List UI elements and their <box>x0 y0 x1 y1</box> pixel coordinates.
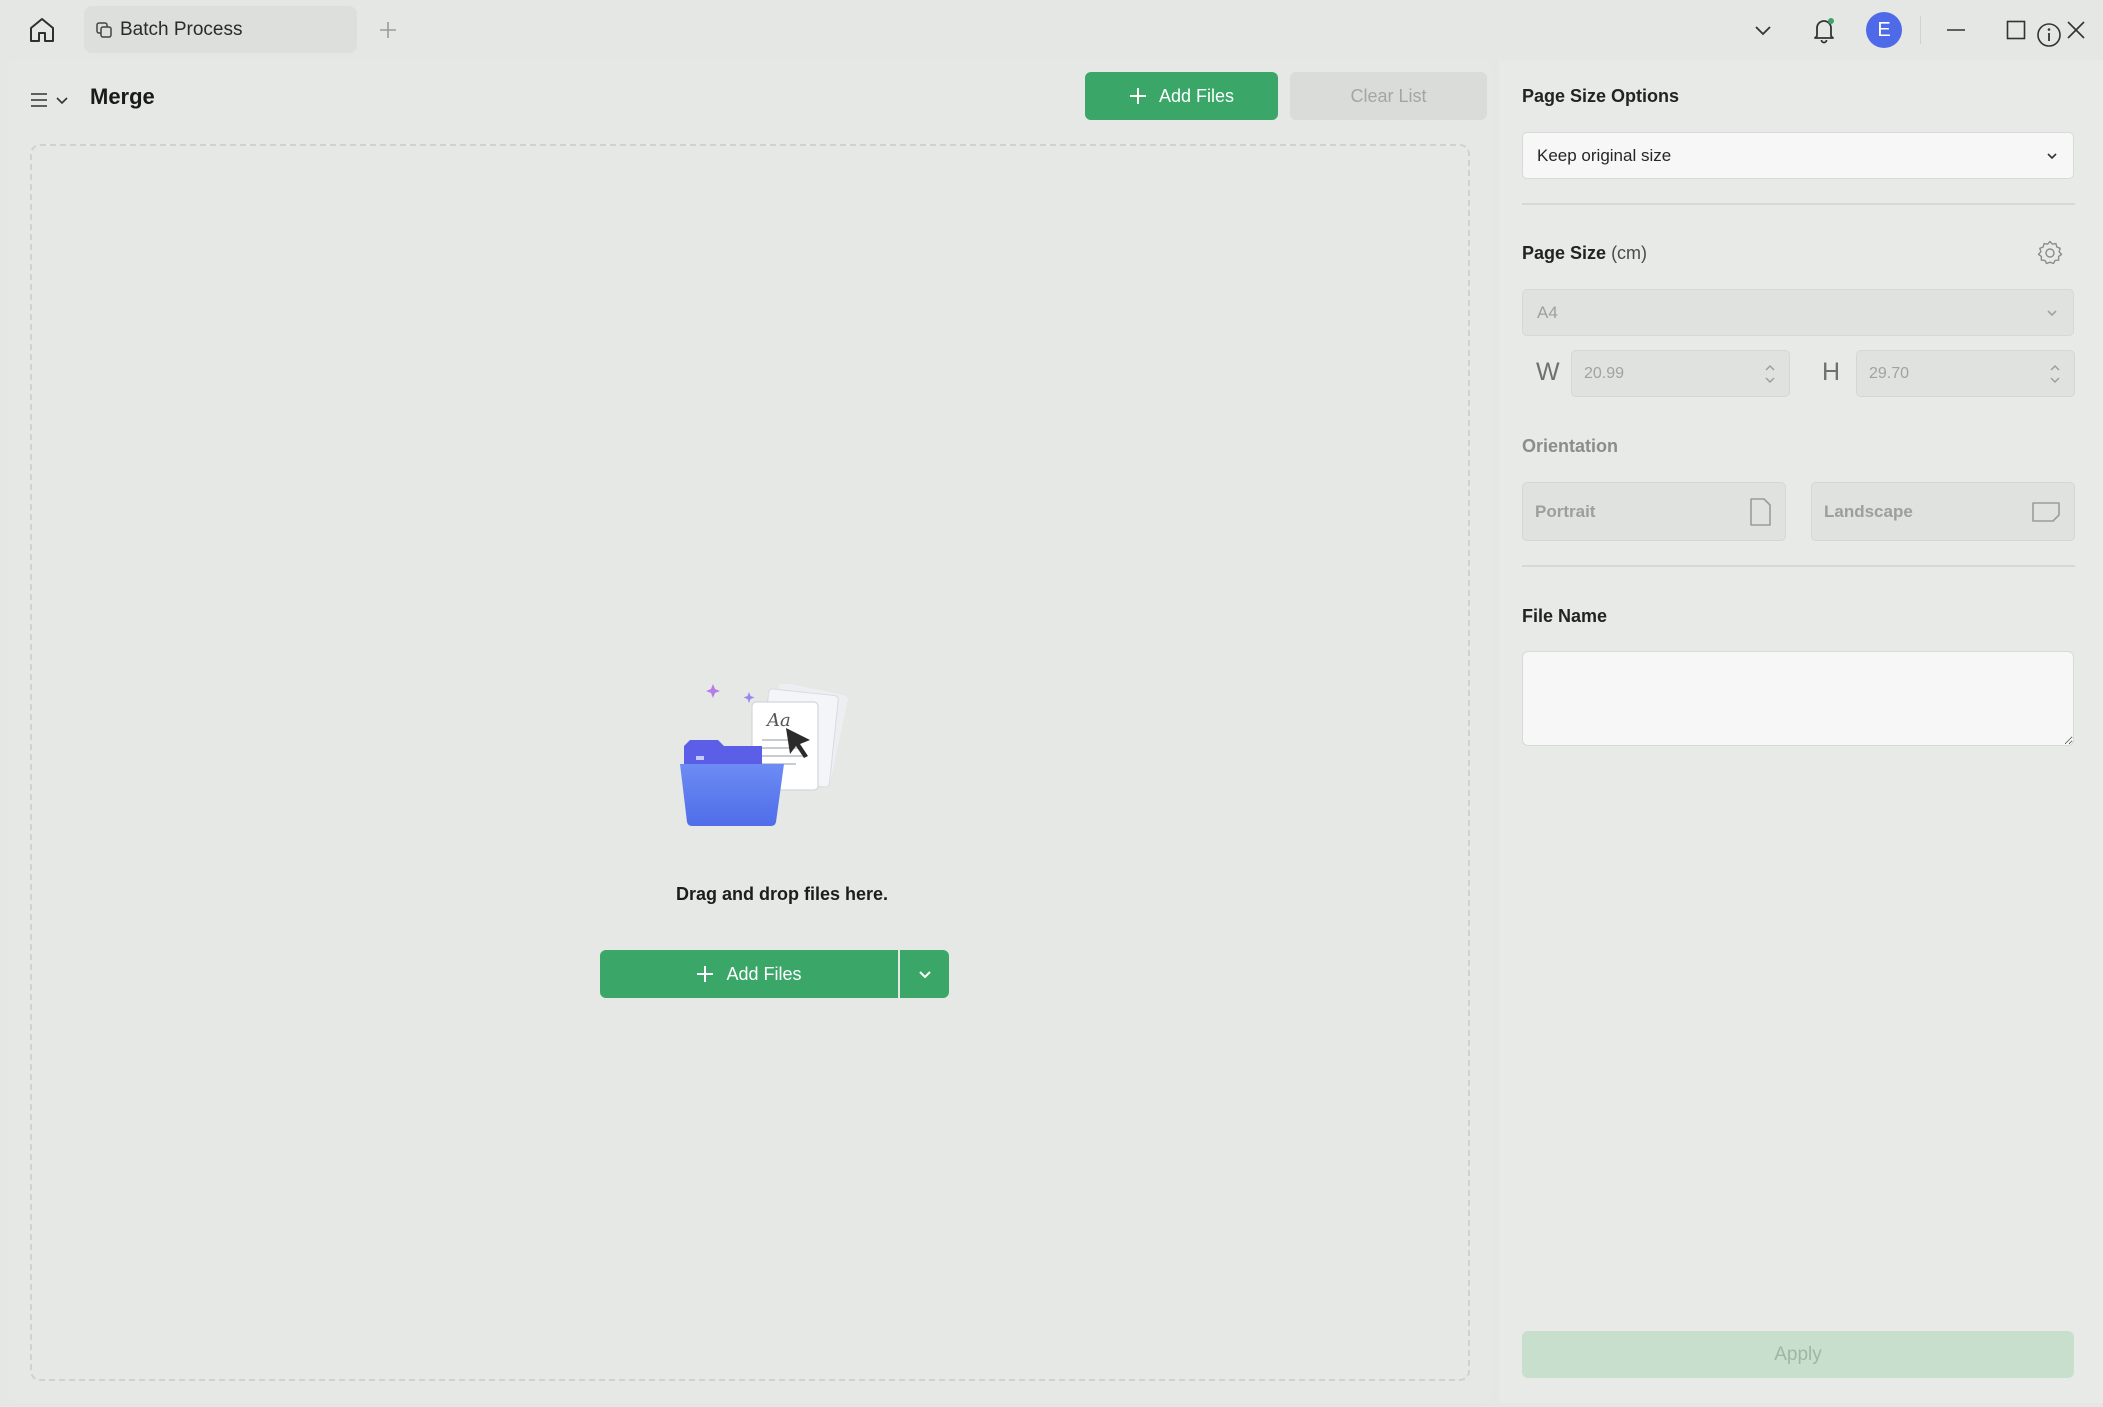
page-title: Merge <box>90 84 155 109</box>
width-value: 20.99 <box>1584 364 1625 382</box>
apply-label: Apply <box>1774 1343 1822 1365</box>
portrait-label: Portrait <box>1535 501 1596 521</box>
paper-size-value: A4 <box>1537 302 1558 322</box>
chevron-down-icon <box>2047 309 2057 316</box>
height-label: H <box>1822 358 1841 386</box>
tab-batch-process[interactable]: Batch Process <box>84 6 357 53</box>
maximize-icon <box>2006 20 2026 40</box>
user-avatar-button[interactable]: E <box>1864 10 1904 50</box>
stepper-arrows-icon <box>2050 364 2060 383</box>
avatar: E <box>1866 12 1902 48</box>
landscape-label: Landscape <box>1824 501 1913 521</box>
file-name-input[interactable] <box>1522 651 2074 746</box>
document-glyph: Aa <box>765 710 791 731</box>
plus-icon <box>380 22 396 38</box>
file-drop-zone[interactable]: Aa Drag and drop files here. Add Files <box>30 144 1470 1381</box>
section-divider <box>1522 565 2075 567</box>
orientation-label: Orientation <box>1522 436 1619 456</box>
dropzone-add-files-button[interactable]: Add Files <box>600 950 898 998</box>
plus-icon <box>696 965 714 983</box>
page-size-options-select[interactable]: Keep original size <box>1522 132 2074 179</box>
landscape-page-icon <box>2032 501 2060 522</box>
menu-button[interactable] <box>29 82 77 118</box>
bell-icon <box>1814 18 1834 44</box>
page-size-options-label: Page Size Options <box>1522 86 1680 106</box>
hamburger-icon <box>31 93 47 107</box>
width-label: W <box>1536 358 1560 386</box>
file-name-label: File Name <box>1522 606 1608 626</box>
tabs-dropdown-button[interactable] <box>1745 10 1781 50</box>
clear-list-label: Clear List <box>1350 85 1427 106</box>
merge-workspace: Merge Add Files Clear List Aa Drag and d… <box>7 60 1491 1403</box>
chevron-down-icon <box>56 97 68 105</box>
page-size-label-text: Page Size <box>1522 243 1607 263</box>
minimize-button[interactable] <box>1936 10 1976 50</box>
chevron-down-icon <box>1755 26 1771 36</box>
home-icon <box>30 18 54 42</box>
folder-documents-illustration: Aa <box>680 684 848 826</box>
section-divider <box>1522 203 2075 205</box>
add-files-button[interactable]: Add Files <box>1085 72 1278 120</box>
page-size-label: Page Size (cm) <box>1522 243 1647 264</box>
close-icon <box>2067 21 2085 39</box>
page-size-options-value: Keep original size <box>1537 145 1672 165</box>
add-files-label: Add Files <box>1158 85 1235 106</box>
apply-button[interactable]: Apply <box>1522 1331 2074 1378</box>
batch-process-window: Batch Process E Merge Add Files Clear Li… <box>0 0 2103 1407</box>
info-button[interactable] <box>2036 22 2062 53</box>
chevron-down-icon <box>918 971 931 979</box>
gear-icon <box>2037 240 2063 265</box>
portrait-page-icon <box>1750 497 1771 526</box>
drop-instructions: Drag and drop files here. <box>675 884 889 904</box>
info-icon <box>2037 23 2061 47</box>
notifications-button[interactable] <box>1806 10 1842 50</box>
add-files-split-button: Add Files <box>600 950 949 998</box>
add-files-label: Add Files <box>726 963 802 984</box>
titlebar-separator <box>1920 16 1921 44</box>
home-button[interactable] <box>22 12 62 48</box>
close-button[interactable] <box>2056 10 2096 50</box>
clear-list-button[interactable]: Clear List <box>1290 72 1487 120</box>
tab-label: Batch Process <box>120 18 243 40</box>
height-stepper[interactable]: 29.70 <box>1856 350 2075 397</box>
stepper-arrows-icon <box>1765 364 1775 383</box>
new-tab-button[interactable] <box>372 14 404 46</box>
paper-size-select[interactable]: A4 <box>1522 289 2074 336</box>
width-stepper[interactable]: 20.99 <box>1571 350 1790 397</box>
chevron-down-icon <box>2047 152 2057 159</box>
page-size-settings-button[interactable] <box>2036 239 2064 272</box>
maximize-button[interactable] <box>1996 10 2036 50</box>
height-value: 29.70 <box>1869 364 1910 382</box>
landscape-button[interactable]: Landscape <box>1811 482 2075 541</box>
add-files-options-button[interactable] <box>900 950 949 998</box>
plus-icon <box>1129 87 1147 105</box>
page-size-unit: (cm) <box>1611 243 1648 263</box>
portrait-button[interactable]: Portrait <box>1522 482 1786 541</box>
title-bar: Batch Process E <box>0 0 2103 60</box>
batch-process-icon <box>94 20 114 40</box>
minimize-icon <box>1947 29 1965 31</box>
